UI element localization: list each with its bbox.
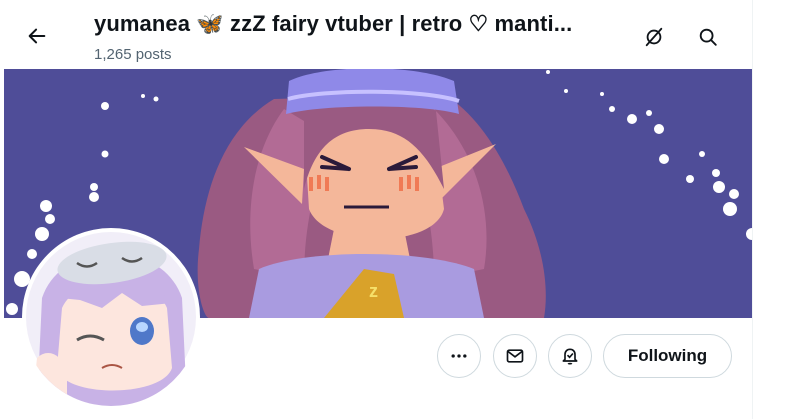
- grok-icon: [645, 27, 663, 47]
- more-options-button[interactable]: [437, 334, 481, 378]
- message-button[interactable]: [493, 334, 537, 378]
- grok-button[interactable]: [636, 19, 672, 55]
- post-count: 1,265 posts: [94, 46, 172, 63]
- bell-icon: [562, 348, 578, 365]
- notifications-button[interactable]: [548, 334, 592, 378]
- profile-display-name: yumanea 🦋 zzZ fairy vtuber | retro ♡ man…: [94, 11, 573, 36]
- search-button[interactable]: [690, 19, 726, 55]
- more-dots-icon: [451, 354, 467, 358]
- back-button[interactable]: [19, 18, 55, 54]
- mail-icon: [506, 349, 524, 363]
- avatar-illustration: [26, 232, 196, 406]
- search-icon: [699, 28, 717, 46]
- profile-header-bar: yumanea 🦋 zzZ fairy vtuber | retro ♡ man…: [0, 0, 752, 68]
- right-gutter: [752, 0, 785, 419]
- svg-text:z: z: [369, 281, 378, 301]
- arrow-left-icon: [28, 28, 46, 44]
- following-button[interactable]: Following: [603, 334, 732, 378]
- profile-avatar[interactable]: [22, 228, 200, 406]
